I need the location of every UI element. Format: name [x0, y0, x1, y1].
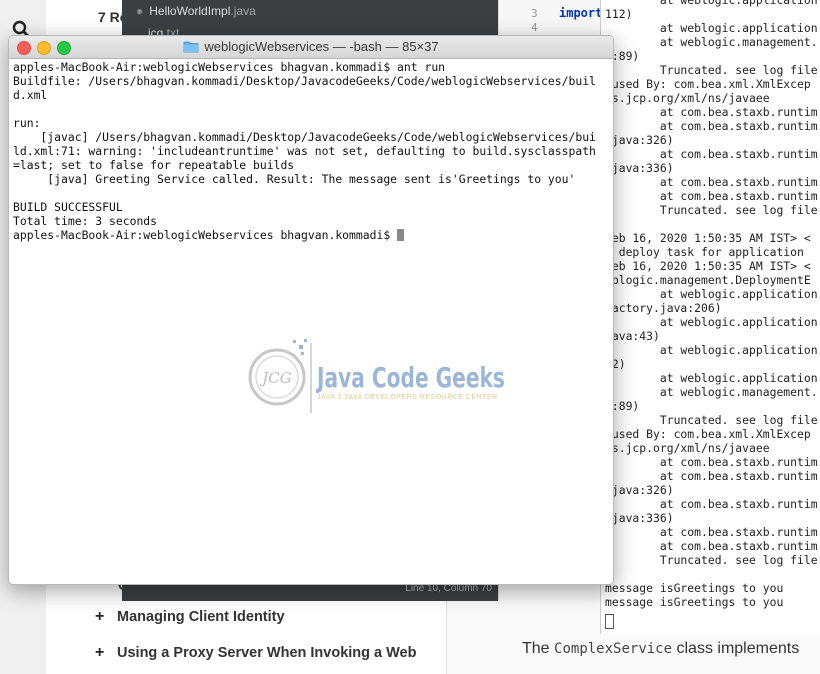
watermark-brand: Java Code Geeks	[317, 361, 505, 394]
terminal-line: ld.xml:71: warning: 'includeantruntime' …	[13, 144, 596, 158]
code-keyword: import	[559, 6, 603, 20]
console-line: 12)	[605, 357, 626, 371]
console-line: .java:326)	[605, 483, 674, 497]
ide-file-list: ● HelloWorldImpl.java jcg.txt	[122, 0, 498, 40]
console-line: Factory.java:206)	[605, 301, 722, 315]
terminal-line: d.xml	[13, 88, 48, 102]
console-line: at com.bea.staxb.runtim	[605, 539, 818, 553]
terminal-output: apples-MacBook-Air:weblogicWebservices b…	[13, 60, 609, 242]
console-line: at weblogic.application	[605, 21, 818, 35]
console-line: at com.bea.staxb.runtim	[605, 497, 818, 511]
console-line: at com.bea.staxb.runtim	[605, 105, 818, 119]
terminal-output-lines: apples-MacBook-Air:weblogicWebservices b…	[13, 60, 596, 228]
console-line: .java:326)	[605, 133, 674, 147]
terminal-line: =last; set to false for repeatable build…	[13, 158, 295, 172]
folder-icon	[183, 41, 199, 53]
terminal-line: [java] Greeting Service called. Result: …	[47, 172, 576, 186]
jcg-logo-icon: JCG	[248, 339, 312, 413]
console-line: Truncated. see log file	[605, 63, 818, 77]
console-output[interactable]: at weblogic.application 112) at weblogic.…	[600, 0, 820, 634]
console-line: Truncated. see log file	[605, 413, 818, 427]
watermark-tagline: JAVA 2 JAVA DEVELOPERS RESOURCE CENTER	[317, 394, 498, 401]
console-line: .java:336)	[605, 161, 674, 175]
console-line: message isGreetings to you	[605, 595, 784, 609]
console-line: ns.jcp.org/xml/ns/javaee	[605, 91, 770, 105]
line-number: 3	[531, 7, 538, 20]
console-line: aused By: com.bea.xml.XmlExcep	[605, 77, 811, 91]
console-line: at com.bea.staxb.runtim	[605, 189, 818, 203]
console-line: at weblogic.application	[605, 343, 818, 357]
watermark: JCG Java Code Geeks JAVA 2 JAVA DEVELOPE…	[241, 337, 505, 417]
console-line: ns.jcp.org/xml/ns/javaee	[605, 441, 770, 455]
plus-icon[interactable]: +	[95, 608, 104, 626]
console-line: at weblogic.application	[605, 315, 818, 329]
toc-item-using-proxy-server[interactable]: + Using a Proxy Server When Invoking a W…	[95, 644, 417, 661]
plus-icon[interactable]: +	[95, 644, 104, 662]
terminal-line: BUILD SUCCESSFUL	[13, 200, 123, 214]
console-line: aused By: com.bea.xml.XmlExcep	[605, 427, 811, 441]
terminal-cursor	[397, 229, 405, 241]
doc-text-suffix: class implements	[676, 640, 800, 657]
toc-item-managing-client-identity[interactable]: + Managing Client Identity	[95, 608, 285, 625]
jcg-logo-text: JCG	[259, 369, 291, 387]
console-line: Feb 16, 2020 1:50:35 AM IST> <	[605, 231, 811, 245]
terminal-prompt: apples-MacBook-Air:weblogicWebservices b…	[13, 228, 398, 242]
terminal-titlebar[interactable]: weblogicWebservices — -bash — 85×37	[9, 36, 613, 59]
doc-inline-code: ComplexService	[554, 641, 673, 657]
line-number: 4	[531, 21, 538, 34]
toc-item-label: Using a Proxy Server When Invoking a Web	[117, 645, 417, 661]
terminal-title: weblogicWebservices — -bash — 85×37	[9, 39, 613, 54]
terminal-line: Buildfile: /Users/bhagvan.kommadi/Deskto…	[13, 74, 596, 88]
console-line: g deploy task for application	[605, 245, 804, 259]
file-ext: .java	[230, 4, 256, 18]
console-line: message isGreetings to you	[605, 581, 784, 595]
console-line: at com.bea.staxb.runtim	[605, 525, 818, 539]
console-lines: at weblogic.application 112) at weblogic.…	[605, 0, 818, 609]
file-name: HelloWorldImpl	[149, 4, 231, 18]
console-line: a:89)	[605, 399, 640, 413]
console-line: Truncated. see log file	[605, 203, 818, 217]
terminal-window[interactable]: weblogicWebservices — -bash — 85×37 appl…	[8, 35, 614, 585]
bullet-icon: ●	[136, 4, 144, 18]
toc-item-label: Managing Client Identity	[117, 609, 285, 625]
console-line: Feb 16, 2020 1:50:35 AM IST> <	[605, 259, 811, 273]
doc-text-prefix: The	[522, 640, 550, 657]
console-line: at weblogic.management.	[605, 35, 818, 49]
terminal-line: run:	[13, 116, 41, 130]
terminal-line: apples-MacBook-Air:weblogicWebservices b…	[13, 60, 446, 74]
console-line: at weblogic.management.	[605, 385, 818, 399]
console-line: at com.bea.staxb.runtim	[605, 455, 818, 469]
doc-body-text: The ComplexService class implements	[522, 640, 799, 658]
console-line: 112)	[605, 7, 633, 21]
console-line: at weblogic.application	[605, 287, 818, 301]
console-line: Truncated. see log file	[605, 553, 818, 567]
terminal-line: Total time: 3 seconds	[13, 214, 158, 228]
console-line: at com.bea.staxb.runtim	[605, 119, 818, 133]
ide-file-item[interactable]: ● HelloWorldImpl.java	[136, 4, 256, 18]
console-line: .java:336)	[605, 511, 674, 525]
console-line: at weblogic.application	[605, 371, 818, 385]
console-line: eblogic.management.DeploymentE	[605, 273, 811, 287]
terminal-title-text: weblogicWebservices — -bash — 85×37	[204, 39, 439, 54]
console-line: at com.bea.staxb.runtim	[605, 175, 818, 189]
terminal-body[interactable]: apples-MacBook-Air:weblogicWebservices b…	[13, 60, 609, 580]
console-cursor	[605, 614, 614, 629]
console-line: at weblogic.application	[605, 0, 818, 7]
terminal-line: [javac] /Users/bhagvan.kommadi/Desktop/J…	[40, 130, 596, 144]
console-line: a:89)	[605, 49, 640, 63]
console-line: at com.bea.staxb.runtim	[605, 469, 818, 483]
console-line: java:43)	[605, 329, 660, 343]
console-line: at com.bea.staxb.runtim	[605, 147, 818, 161]
